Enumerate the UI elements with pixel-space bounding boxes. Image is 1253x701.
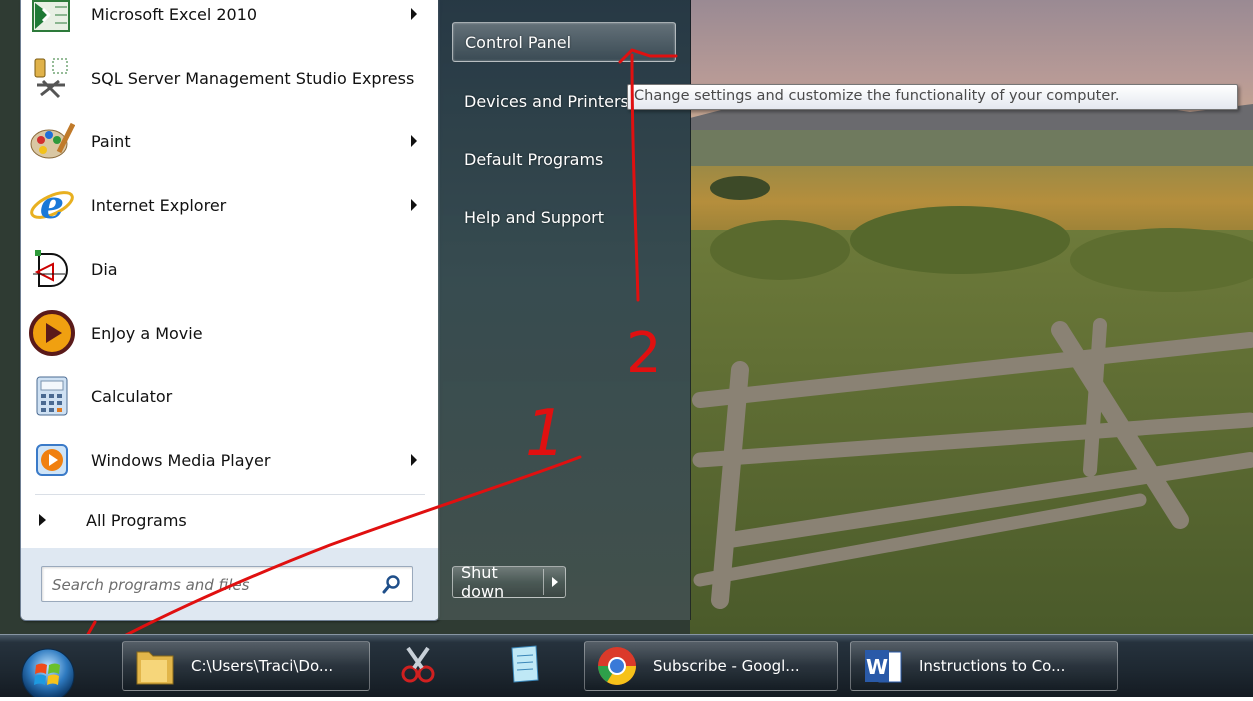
separator [35, 494, 425, 495]
task-label: C:\Users\Traci\Do... [191, 657, 334, 675]
notepad-icon [502, 642, 546, 690]
program-label: Calculator [91, 386, 173, 406]
link-label: Devices and Printers [464, 91, 629, 111]
program-label: SQL Server Management Studio Express [91, 68, 415, 88]
task-label: Instructions to Co... [919, 657, 1066, 675]
program-paint[interactable]: Paint [21, 113, 439, 169]
search-area [21, 548, 439, 620]
paint-icon [29, 118, 76, 164]
program-label: Microsoft Excel 2010 [91, 4, 258, 24]
shutdown-options-arrow-icon[interactable] [544, 577, 565, 587]
start-menu-programs-pane: Microsoft Excel 2010 SQL Server Manageme… [20, 0, 440, 621]
program-label: Internet Explorer [91, 195, 227, 215]
excel-icon [29, 0, 75, 37]
program-windows-media-player[interactable]: Windows Media Player [21, 432, 439, 488]
all-programs-button[interactable]: All Programs [21, 500, 439, 540]
search-box[interactable] [41, 566, 413, 602]
media-player-icon [29, 437, 75, 483]
svg-text:e: e [40, 182, 64, 227]
program-label: Windows Media Player [91, 450, 271, 470]
all-programs-label: All Programs [86, 510, 187, 530]
submenu-arrow-icon [411, 8, 417, 20]
link-label: Default Programs [464, 149, 604, 169]
default-programs-link[interactable]: Default Programs [452, 139, 676, 179]
expand-arrow-icon [39, 514, 46, 526]
taskbar: C:\Users\Traci\Do... Subscribe - Googl..… [0, 634, 1253, 701]
shutdown-button[interactable]: Shut down [452, 563, 566, 601]
program-enjoy-a-movie[interactable]: EnJoy a Movie [21, 305, 439, 361]
submenu-arrow-icon [411, 199, 417, 211]
word-icon: W [861, 644, 905, 688]
program-label: Dia [91, 259, 118, 279]
program-dia[interactable]: Dia [21, 241, 439, 297]
link-label: Help and Support [464, 207, 604, 227]
help-and-support-link[interactable]: Help and Support [452, 197, 676, 237]
program-internet-explorer[interactable]: e Internet Explorer [21, 177, 439, 233]
sql-server-icon [29, 55, 75, 101]
movie-icon [29, 310, 75, 356]
program-excel[interactable]: Microsoft Excel 2010 [21, 0, 439, 42]
submenu-arrow-icon [411, 135, 417, 147]
start-button[interactable] [14, 643, 84, 701]
snipping-tool-icon [396, 642, 440, 690]
taskbar-explorer-window[interactable]: C:\Users\Traci\Do... [122, 641, 370, 691]
link-label: Control Panel [465, 32, 572, 52]
taskbar-word-window[interactable]: W Instructions to Co... [850, 641, 1118, 691]
shutdown-label: Shut down [461, 563, 505, 601]
search-icon[interactable] [382, 574, 402, 594]
search-input[interactable] [50, 572, 369, 598]
calculator-icon [29, 373, 75, 419]
task-label: Subscribe - Googl... [653, 657, 800, 675]
program-calculator[interactable]: Calculator [21, 368, 439, 424]
folder-icon [133, 644, 177, 688]
chrome-icon [595, 644, 639, 688]
control-panel-tooltip: Change settings and customize the functi… [627, 84, 1238, 110]
taskbar-chrome-window[interactable]: Subscribe - Googl... [584, 641, 838, 691]
internet-explorer-icon: e [29, 182, 75, 228]
taskbar-pinned-notepad[interactable] [492, 641, 556, 691]
dia-icon [29, 246, 75, 292]
taskbar-pinned-snipping-tool[interactable] [386, 641, 450, 691]
program-label: Paint [91, 131, 131, 151]
program-label: EnJoy a Movie [91, 323, 203, 343]
program-sql-server[interactable]: SQL Server Management Studio Express [21, 50, 439, 106]
submenu-arrow-icon [411, 454, 417, 466]
svg-text:W: W [866, 655, 888, 679]
control-panel-link[interactable]: Control Panel [452, 22, 676, 62]
